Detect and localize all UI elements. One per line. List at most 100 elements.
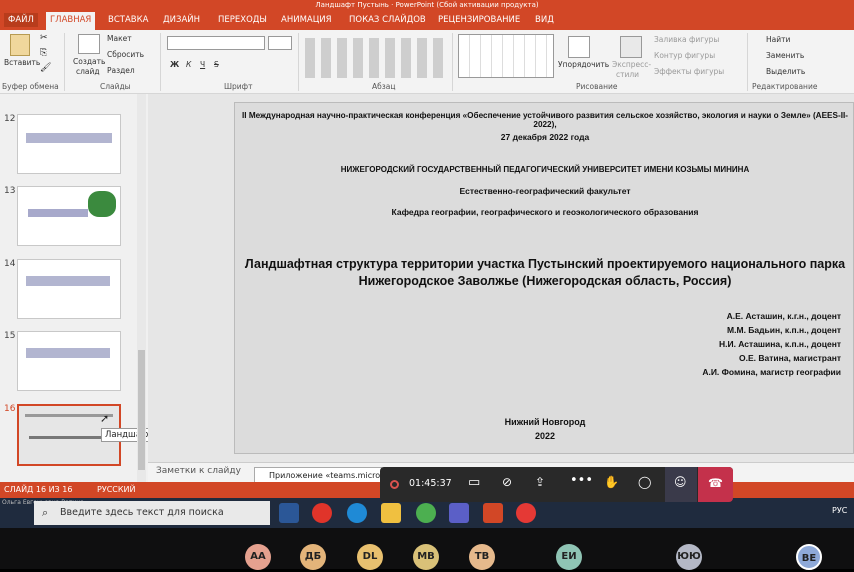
university-name: НИЖЕГОРОДСКИЙ ГОСУДАРСТВЕННЫЙ ПЕДАГОГИЧЕ…	[340, 165, 750, 174]
participant-avatar[interactable]: ЕИ	[556, 544, 582, 570]
tab-file[interactable]: ФАЙЛ	[4, 13, 38, 27]
group-slides: Слайды	[100, 82, 131, 91]
participant-avatar[interactable]: МВ	[413, 544, 439, 570]
author-line: Н.И. Асташина, к.п.н., доцент	[718, 339, 841, 349]
more-icon[interactable]: •••	[570, 473, 593, 488]
section-button[interactable]: Раздел	[107, 66, 135, 75]
group-font: Шрифт	[224, 82, 253, 91]
author-line: М.М. Бадьин, к.п.н., доцент	[727, 325, 841, 335]
font-family-select[interactable]	[167, 36, 265, 50]
powerpoint-icon[interactable]	[483, 503, 503, 523]
word-icon[interactable]	[279, 503, 299, 523]
city-text: Нижний Новгород	[504, 417, 586, 427]
quick-styles-button[interactable]: стили	[616, 70, 639, 79]
call-timer: 01:45:37	[409, 478, 452, 489]
group-paragraph: Абзац	[372, 82, 396, 91]
italic-button[interactable]: К	[186, 60, 191, 69]
current-slide[interactable]: II Международная научно-практическая кон…	[234, 102, 854, 454]
chat-icon[interactable]: ◯	[638, 475, 651, 489]
hang-up-button[interactable]: ☎	[698, 467, 733, 502]
tab-transitions[interactable]: ПЕРЕХОДЫ	[214, 13, 271, 27]
copy-icon[interactable]: ⎘	[40, 48, 47, 58]
participant-avatar[interactable]: ДБ	[300, 544, 326, 570]
tab-animation[interactable]: АНИМАЦИЯ	[277, 13, 336, 27]
slide-thumbnail[interactable]	[17, 259, 121, 319]
yandex-icon[interactable]	[516, 503, 536, 523]
window-title: Ландшафт Пустынь · PowerPoint (Сбой акти…	[0, 0, 854, 10]
opera-icon[interactable]	[312, 503, 332, 523]
slide-thumbnail[interactable]	[17, 331, 121, 391]
slide-thumbnail[interactable]	[17, 186, 121, 246]
call-control-bar: 01:45:37 ▭ ⊘ ⇪ ••• ✋ ◯ ☺ ☎	[380, 467, 733, 502]
participants-button[interactable]: ☺	[665, 467, 697, 502]
thumbnail-scrollbar[interactable]	[137, 94, 146, 482]
department-name: Кафедра географии, географического и гео…	[391, 207, 699, 217]
arrange-icon[interactable]	[568, 36, 590, 58]
paste-button[interactable]: Вставить	[4, 58, 40, 67]
notes-placeholder[interactable]: Заметки к слайду	[156, 466, 241, 476]
slide-counter: СЛАЙД 16 ИЗ 16	[4, 485, 73, 494]
reset-button[interactable]: Сбросить	[107, 50, 144, 59]
tab-insert[interactable]: ВСТАВКА	[104, 13, 152, 27]
participants-icon: ☺	[674, 475, 687, 489]
participant-avatar[interactable]: ТВ	[469, 544, 495, 570]
format-painter-icon[interactable]: 🖌	[40, 63, 51, 73]
tab-home[interactable]: ГЛАВНАЯ	[46, 12, 96, 30]
search-icon: ⌕	[42, 506, 49, 519]
taskbar-search[interactable]: Введите здесь текст для поиска	[34, 501, 270, 525]
shape-fill-button[interactable]: Заливка фигуры	[654, 35, 719, 44]
slide-title-line1: Ландшафтная структура территории участка…	[244, 257, 846, 271]
new-slide-button[interactable]: Создать	[73, 57, 105, 66]
hang-up-icon: ☎	[708, 476, 723, 490]
mic-off-icon[interactable]: ⊘	[502, 475, 512, 489]
conference-date: 27 декабря 2022 года	[500, 132, 590, 142]
recording-icon	[390, 480, 399, 489]
year-text: 2022	[534, 431, 556, 441]
raise-hand-icon[interactable]: ✋	[604, 475, 619, 489]
shapes-gallery[interactable]	[458, 34, 554, 78]
paragraph-controls[interactable]	[305, 38, 445, 78]
tab-slideshow[interactable]: ПОКАЗ СЛАЙДОВ	[345, 13, 430, 27]
participant-avatar[interactable]: ВЕ	[796, 544, 822, 570]
font-size-select[interactable]	[268, 36, 292, 50]
shape-effects-button[interactable]: Эффекты фигуры	[654, 67, 724, 76]
app-icon[interactable]	[416, 503, 436, 523]
tab-review[interactable]: РЕЦЕНЗИРОВАНИЕ	[434, 13, 524, 27]
mouse-cursor-icon: ➚	[100, 412, 110, 425]
strike-button[interactable]: S	[214, 60, 219, 69]
bold-button[interactable]: Ж	[170, 60, 179, 69]
group-clipboard: Буфер обмена	[2, 82, 59, 91]
share-screen-icon[interactable]: ⇪	[535, 475, 545, 489]
layout-button[interactable]: Макет	[107, 34, 132, 43]
quick-styles-icon[interactable]	[620, 36, 642, 58]
ribbon: Вставить ✂ ⎘ 🖌 Создать слайд Макет Сброс…	[0, 30, 854, 94]
camera-off-icon[interactable]: ▭	[468, 475, 480, 490]
explorer-icon[interactable]	[381, 503, 401, 523]
group-editing: Редактирование	[752, 82, 818, 91]
participant-avatar[interactable]: АА	[245, 544, 271, 570]
slide-thumbnail-panel: 12 13 14 15 16 Ландшафтная структура тер…	[0, 94, 249, 482]
participant-avatar[interactable]: DL	[357, 544, 383, 570]
cut-icon[interactable]: ✂	[40, 33, 48, 43]
group-drawing: Рисование	[576, 82, 618, 91]
underline-button[interactable]: Ч	[200, 60, 205, 69]
paste-icon[interactable]	[10, 34, 30, 56]
input-language[interactable]: РУС	[832, 506, 847, 515]
replace-button[interactable]: Заменить	[766, 51, 804, 60]
author-line: О.Е. Ватина, магистрант	[739, 353, 841, 363]
teams-icon[interactable]	[449, 503, 469, 523]
slide-thumbnail[interactable]	[17, 114, 121, 174]
language-indicator[interactable]: РУССКИЙ	[97, 482, 136, 498]
tab-view[interactable]: ВИД	[531, 13, 558, 27]
author-line: А.И. Фомина, магистр географии	[702, 367, 841, 377]
participant-avatar[interactable]: ЮЮ	[676, 544, 702, 570]
faculty-name: Естественно-географический факультет	[459, 186, 631, 196]
tab-design[interactable]: ДИЗАЙН	[159, 13, 204, 27]
new-slide-icon[interactable]	[78, 34, 100, 54]
edge-icon[interactable]	[347, 503, 367, 523]
arrange-button[interactable]: Упорядочить	[558, 60, 609, 69]
shape-outline-button[interactable]: Контур фигуры	[654, 51, 715, 60]
select-button[interactable]: Выделить	[766, 67, 805, 76]
conference-text: II Международная научно-практическая кон…	[242, 111, 848, 129]
find-button[interactable]: Найти	[766, 35, 790, 44]
